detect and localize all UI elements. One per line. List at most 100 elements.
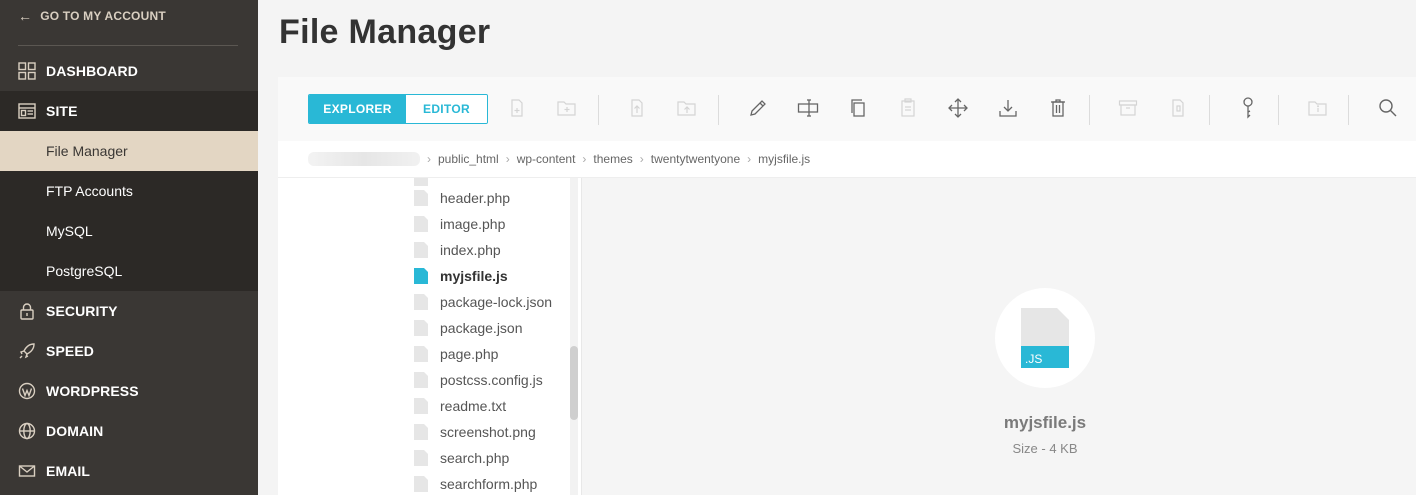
search-icon[interactable]: [1377, 97, 1399, 119]
scrollbar-thumb[interactable]: [570, 346, 578, 420]
nav-email-label: EMAIL: [46, 463, 91, 479]
nav-security-label: SECURITY: [46, 303, 118, 319]
sidebar-item-label: PostgreSQL: [46, 263, 123, 279]
file-icon: [414, 476, 428, 492]
chevron-right-icon: ›: [505, 152, 510, 166]
file-tree-item-label: page.php: [440, 346, 499, 362]
nav-wordpress[interactable]: WORDPRESS: [0, 371, 258, 411]
folder-info-icon[interactable]: [1307, 97, 1329, 119]
sidebar-item-ftp-accounts[interactable]: FTP Accounts: [0, 171, 258, 211]
nav-dashboard-label: DASHBOARD: [46, 63, 138, 79]
preview-file-name: myjsfile.js: [1003, 413, 1087, 432]
page-title: File Manager: [279, 13, 491, 51]
toolbar-separator: [718, 95, 719, 125]
toolbar-separator: [1348, 95, 1349, 125]
upload-file-icon[interactable]: [626, 97, 648, 119]
go-to-account-link[interactable]: ← GO TO MY ACCOUNT: [18, 8, 166, 24]
nav-email[interactable]: EMAIL: [0, 451, 258, 491]
file-tree-item[interactable]: header.php: [414, 185, 510, 211]
file-tree-item[interactable]: screenshot.png: [414, 419, 536, 445]
file-icon: [414, 242, 428, 258]
sidebar-item-postgresql[interactable]: PostgreSQL: [0, 251, 258, 291]
archive-icon[interactable]: [1117, 97, 1139, 119]
file-tree-item[interactable]: image.php: [414, 211, 505, 237]
nav-dashboard[interactable]: DASHBOARD: [0, 51, 258, 91]
file-tree-item[interactable]: package.json: [414, 315, 523, 341]
site-window-icon: [18, 103, 36, 119]
preview-file-size: Size - 4 KB: [1012, 441, 1078, 456]
file-icon: [414, 190, 428, 206]
file-tree-item[interactable]: searchform.php: [414, 471, 537, 495]
go-to-account-label: GO TO MY ACCOUNT: [40, 9, 166, 23]
explorer-tab[interactable]: EXPLORER: [309, 95, 406, 123]
toolbar: EXPLORER EDITOR: [278, 77, 1416, 141]
breadcrumb-item[interactable]: public_html: [438, 152, 499, 166]
sidebar-item-label: File Manager: [46, 143, 128, 159]
sidebar-item-mysql[interactable]: MySQL: [0, 211, 258, 251]
nav-domain[interactable]: DOMAIN: [0, 411, 258, 451]
file-tree-item[interactable]: postcss.config.js: [414, 367, 543, 393]
new-folder-icon[interactable]: [556, 97, 578, 119]
file-tree-item-label: readme.txt: [440, 398, 507, 414]
file-preview: .JS myjsfile.js Size - 4 KB: [582, 178, 1416, 495]
nav-speed[interactable]: SPEED: [0, 331, 258, 371]
nav-site[interactable]: SITE: [0, 91, 258, 131]
file-tree-item[interactable]: readme.txt: [414, 393, 506, 419]
move-icon[interactable]: [947, 97, 969, 119]
breadcrumb: › public_html › wp-content › themes › tw…: [278, 141, 1416, 178]
file-badge-label: .JS: [1025, 352, 1042, 366]
file-icon: [414, 216, 428, 232]
envelope-icon: [18, 465, 36, 477]
paste-icon[interactable]: [897, 97, 919, 119]
chevron-right-icon: ›: [582, 152, 587, 166]
nav-security[interactable]: SECURITY: [0, 291, 258, 331]
file-tree-item-label: image.php: [440, 216, 506, 232]
file-tree-item[interactable]: myjsfile.js: [414, 263, 508, 289]
breadcrumb-item[interactable]: themes: [593, 152, 632, 166]
file-tree-item[interactable]: index.php: [414, 237, 501, 263]
file-tree-item[interactable]: package-lock.json: [414, 289, 552, 315]
file-tree-item-label: searchform.php: [440, 476, 538, 492]
editor-tab[interactable]: EDITOR: [406, 95, 487, 123]
breadcrumb-item[interactable]: myjsfile.js: [758, 152, 810, 166]
toolbar-separator: [1089, 95, 1090, 125]
toolbar-separator: [598, 95, 599, 125]
breadcrumb-root-redacted[interactable]: [308, 152, 420, 166]
sidebar: ← GO TO MY ACCOUNT DASHBOARD SITE File M…: [0, 0, 258, 495]
file-tree-item[interactable]: page.php: [414, 341, 498, 367]
file-icon: [414, 450, 428, 466]
new-file-icon[interactable]: [506, 97, 528, 119]
pencil-icon[interactable]: [747, 97, 769, 119]
upload-folder-icon[interactable]: [676, 97, 698, 119]
download-icon[interactable]: [997, 97, 1019, 119]
file-preview-icon-circle: .JS: [995, 288, 1095, 388]
rename-field-icon[interactable]: [797, 97, 819, 119]
breadcrumb-item[interactable]: wp-content: [517, 152, 576, 166]
sidebar-item-file-manager[interactable]: File Manager: [0, 131, 258, 171]
file-tree-item[interactable]: search.php: [414, 445, 509, 471]
chevron-right-icon: ›: [747, 152, 752, 166]
nav-domain-label: DOMAIN: [46, 423, 104, 439]
file-manager-panel: EXPLORER EDITOR › public_html › wp-conte…: [278, 77, 1416, 495]
breadcrumb-item[interactable]: twentytwentyone: [651, 152, 740, 166]
extract-icon[interactable]: [1167, 97, 1189, 119]
file-tree-scrollbar[interactable]: [570, 178, 578, 495]
delete-icon[interactable]: [1047, 97, 1069, 119]
permissions-key-icon[interactable]: [1237, 97, 1259, 119]
file-tree-item-label: search.php: [440, 450, 510, 466]
js-file-icon: .JS: [1021, 308, 1069, 368]
file-tree: header.php image.php index.php myjsfile.js p…: [278, 178, 583, 495]
copy-icon[interactable]: [847, 97, 869, 119]
sidebar-divider: [18, 45, 238, 46]
file-icon: [414, 398, 428, 414]
toolbar-separator: [1209, 95, 1210, 125]
file-icon: [414, 320, 428, 336]
sidebar-item-label: FTP Accounts: [46, 183, 133, 199]
globe-icon: [18, 422, 36, 440]
toolbar-separator: [1278, 95, 1279, 125]
file-icon: [414, 372, 428, 388]
file-tree-item-label: index.php: [440, 242, 501, 258]
file-icon: [414, 268, 428, 284]
file-tree-item-label: myjsfile.js: [440, 268, 508, 284]
dashboard-grid-icon: [18, 62, 36, 80]
